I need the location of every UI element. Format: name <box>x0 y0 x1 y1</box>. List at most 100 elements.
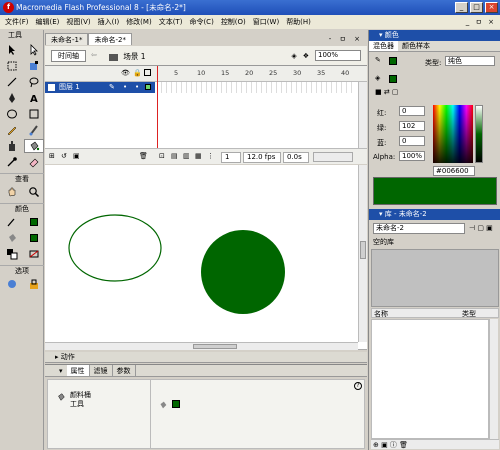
color-spectrum[interactable] <box>433 105 473 163</box>
doc-tab-1[interactable]: 未命名-1* <box>45 33 89 45</box>
insert-layer-icon[interactable]: ⊞ <box>49 152 55 160</box>
mixer-stroke-swatch[interactable] <box>389 57 397 65</box>
minimize-button[interactable]: _ <box>455 2 468 13</box>
mixer-mode-icons[interactable]: ■ ⇄ ▢ <box>375 88 399 96</box>
menu-view[interactable]: 视图(V) <box>63 15 93 29</box>
free-transform-tool-icon[interactable] <box>2 59 22 73</box>
lasso-tool-icon[interactable] <box>24 75 44 89</box>
zoom-select[interactable]: 100% <box>315 50 361 61</box>
menu-modify[interactable]: 修改(M) <box>123 15 155 29</box>
outline-color-icon[interactable] <box>145 84 151 90</box>
delete-layer-icon[interactable]: 🗑 <box>139 152 148 160</box>
menu-file[interactable]: 文件(F) <box>2 15 32 29</box>
menu-edit[interactable]: 编辑(E) <box>33 15 63 29</box>
menu-text[interactable]: 文本(T) <box>156 15 186 29</box>
props-collapse-icon[interactable]: ▾ <box>55 365 67 376</box>
timeline-horizontal-scrollbar[interactable] <box>313 152 353 162</box>
library-list[interactable] <box>371 319 489 439</box>
lock-dot-icon[interactable]: • <box>135 82 139 93</box>
tab-parameters[interactable]: 参数 <box>113 365 136 376</box>
layer-row[interactable]: 图层 1 ✎ • • <box>45 82 367 93</box>
pencil-tool-icon[interactable] <box>2 123 22 137</box>
playhead[interactable] <box>157 66 158 148</box>
red-field[interactable]: 0 <box>399 106 425 116</box>
arrow-tool-icon[interactable] <box>2 43 22 57</box>
edit-symbols-icon[interactable]: ◈ <box>291 52 296 60</box>
menu-help[interactable]: 帮助(H) <box>283 15 314 29</box>
brightness-slider[interactable] <box>475 105 483 163</box>
library-panel-header[interactable]: ▾ 库 - 未命名-2 <box>369 209 500 220</box>
rectangle-tool-icon[interactable] <box>24 107 44 121</box>
library-scrollbar[interactable] <box>489 319 498 439</box>
fill-transform-tool-icon[interactable] <box>24 59 44 73</box>
edit-multiple-frames-icon[interactable]: ▦ <box>195 152 202 160</box>
alpha-field[interactable]: 100% <box>399 151 425 161</box>
library-pin-icons[interactable]: ⊣ ▢ ▣ <box>469 224 493 232</box>
timeline-vertical-scrollbar[interactable] <box>358 82 367 148</box>
stroke-color-icon[interactable] <box>2 215 22 229</box>
color-panel-header[interactable]: ▾ 颜色 <box>369 30 500 41</box>
stage-vertical-scrollbar[interactable] <box>358 165 367 342</box>
swap-colors-icon[interactable] <box>24 247 44 261</box>
mixer-stroke-icon[interactable]: ✎ <box>375 56 381 64</box>
fill-color-icon[interactable] <box>2 231 22 245</box>
document-window-controls[interactable]: _ ㅁ × <box>463 15 500 29</box>
filled-circle-shape[interactable] <box>201 230 285 314</box>
tab-color-mixer[interactable]: 混色器 <box>369 41 398 51</box>
edit-scene-icon[interactable]: ❖ <box>303 52 309 60</box>
menu-window[interactable]: 窗口(W) <box>250 15 282 29</box>
mixer-fill-swatch[interactable] <box>389 75 397 83</box>
doc-tab-2[interactable]: 未命名-2* <box>88 33 132 45</box>
back-arrow-icon[interactable]: ⇦ <box>91 51 97 59</box>
layer-name[interactable]: 图层 1 <box>59 83 80 91</box>
brush-tool-icon[interactable] <box>24 123 44 137</box>
stroke-color-swatch[interactable] <box>24 215 44 229</box>
pen-tool-icon[interactable] <box>2 91 22 105</box>
tab-color-swatches[interactable]: 颜色样本 <box>398 41 434 51</box>
close-button[interactable]: × <box>485 2 498 13</box>
fill-color-swatch[interactable] <box>24 231 44 245</box>
line-tool-icon[interactable] <box>2 75 22 89</box>
subselect-tool-icon[interactable] <box>24 43 44 57</box>
center-frame-icon[interactable]: ⊡ <box>159 152 165 160</box>
tab-properties[interactable]: 属性 <box>66 365 90 376</box>
oval-tool-icon[interactable] <box>2 107 22 121</box>
gap-size-icon[interactable] <box>2 277 22 291</box>
hex-field[interactable]: #006600 <box>433 166 475 176</box>
actions-panel-header[interactable]: ▸ 动作 <box>45 352 367 363</box>
lock-fill-icon[interactable] <box>24 277 44 291</box>
current-frame-field[interactable]: 1 <box>221 152 241 163</box>
visible-dot-icon[interactable]: • <box>123 82 127 93</box>
insert-folder-icon[interactable]: ▣ <box>73 152 80 160</box>
ellipse-outline-shape[interactable] <box>68 214 162 282</box>
lock-all-icon[interactable]: 🔒 <box>133 69 142 77</box>
library-col-type[interactable]: 类型 <box>462 310 476 318</box>
black-white-icon[interactable] <box>2 247 22 261</box>
onion-outline-icon[interactable]: ▥ <box>183 152 190 160</box>
stage-horizontal-scrollbar[interactable] <box>45 342 358 350</box>
tab-filters[interactable]: 滤镜 <box>90 365 113 376</box>
fill-type-select[interactable]: 纯色 <box>445 56 495 66</box>
props-fill-swatch[interactable] <box>172 400 180 408</box>
modify-onion-markers-icon[interactable]: ⋮ <box>207 152 214 160</box>
frame-rate-field[interactable]: 12.0 fps <box>243 152 281 163</box>
add-motion-guide-icon[interactable]: ↺ <box>61 152 67 160</box>
hand-tool-icon[interactable] <box>2 185 22 199</box>
help-icon[interactable]: ? <box>354 382 362 390</box>
outline-all-icon[interactable] <box>144 69 151 76</box>
maximize-button[interactable]: □ <box>470 2 483 13</box>
menu-insert[interactable]: 插入(I) <box>95 15 123 29</box>
menu-control[interactable]: 控制(O) <box>218 15 249 29</box>
mixer-fill-icon[interactable]: ◈ <box>375 74 380 82</box>
text-tool-icon[interactable]: A <box>24 91 44 105</box>
ink-bottle-tool-icon[interactable] <box>2 139 22 153</box>
blue-field[interactable]: 0 <box>399 136 425 146</box>
stage[interactable] <box>45 165 367 350</box>
elapsed-time-field[interactable]: 0.0s <box>283 152 309 163</box>
menu-commands[interactable]: 命令(C) <box>186 15 216 29</box>
show-hide-all-icon[interactable]: 👁 <box>121 69 130 77</box>
onion-skin-icon[interactable]: ▤ <box>171 152 178 160</box>
stage-vscroll-thumb[interactable] <box>360 241 366 259</box>
doc-tab-controls[interactable]: - ㅁ × <box>329 33 367 45</box>
stage-hscroll-thumb[interactable] <box>193 344 237 349</box>
